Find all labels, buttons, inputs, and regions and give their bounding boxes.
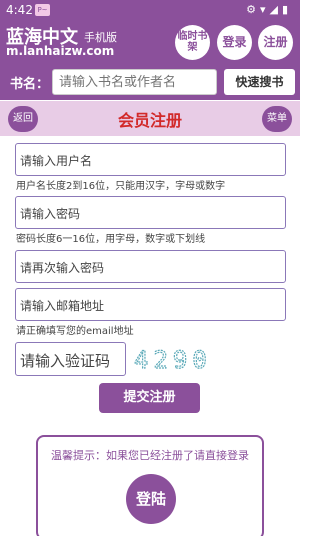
- notification-app-icon: P~: [35, 4, 50, 16]
- notice-text: 温馨提示：如果您已经注册了请直接登录: [51, 449, 249, 462]
- page-title: 会员注册: [117, 111, 182, 130]
- password-hint: 密码长度6一16位，用字母，数字或下划线: [16, 234, 206, 245]
- search-bar: 书名： 快速搜书: [0, 64, 300, 100]
- signal-icon: ◢: [269, 3, 282, 16]
- status-icons: ⚙▾◢▮: [246, 3, 292, 16]
- site-domain: m.lanhaizw.com: [6, 44, 115, 58]
- gear-icon: ⚙: [246, 3, 260, 16]
- battery-icon: ▮: [281, 3, 292, 16]
- password-field[interactable]: 请输入密码: [15, 196, 286, 229]
- email-field[interactable]: 请输入邮箱地址: [15, 288, 286, 321]
- status-bar: 4:42 P~ ⚙▾◢▮: [0, 0, 300, 20]
- notice-box: 温馨提示：如果您已经注册了请直接登录 登陆: [36, 435, 264, 536]
- search-label: 书名：: [10, 77, 50, 92]
- title-bar: 返回 会员注册 菜单: [0, 101, 300, 136]
- status-time: 4:42: [6, 3, 33, 17]
- quick-search-button[interactable]: 快速搜书: [224, 69, 295, 95]
- login-button[interactable]: 登录: [217, 25, 252, 60]
- register-button[interactable]: 注册: [258, 25, 293, 60]
- site-header: 蓝海中文 手机版 m.lanhaizw.com 临时书架 登录 注册: [0, 20, 300, 64]
- captcha-field[interactable]: 请输入验证码: [15, 342, 126, 376]
- captcha-image[interactable]: 4290: [128, 343, 214, 375]
- login-circle-button[interactable]: 登陆: [126, 474, 176, 524]
- confirm-password-field[interactable]: 请再次输入密码: [15, 250, 286, 283]
- temp-bookshelf-button[interactable]: 临时书架: [175, 25, 210, 60]
- email-hint: 请正确填写您的email地址: [16, 326, 134, 337]
- site-edition: 手机版: [84, 31, 117, 44]
- search-input[interactable]: [52, 69, 217, 95]
- submit-register-button[interactable]: 提交注册: [99, 383, 200, 413]
- username-hint: 用户名长度2到16位，只能用汉字，字母或数字: [16, 181, 226, 192]
- captcha-code: 4290: [134, 346, 212, 374]
- menu-button[interactable]: 菜单: [262, 106, 292, 132]
- username-field[interactable]: 请输入用户名: [15, 143, 286, 176]
